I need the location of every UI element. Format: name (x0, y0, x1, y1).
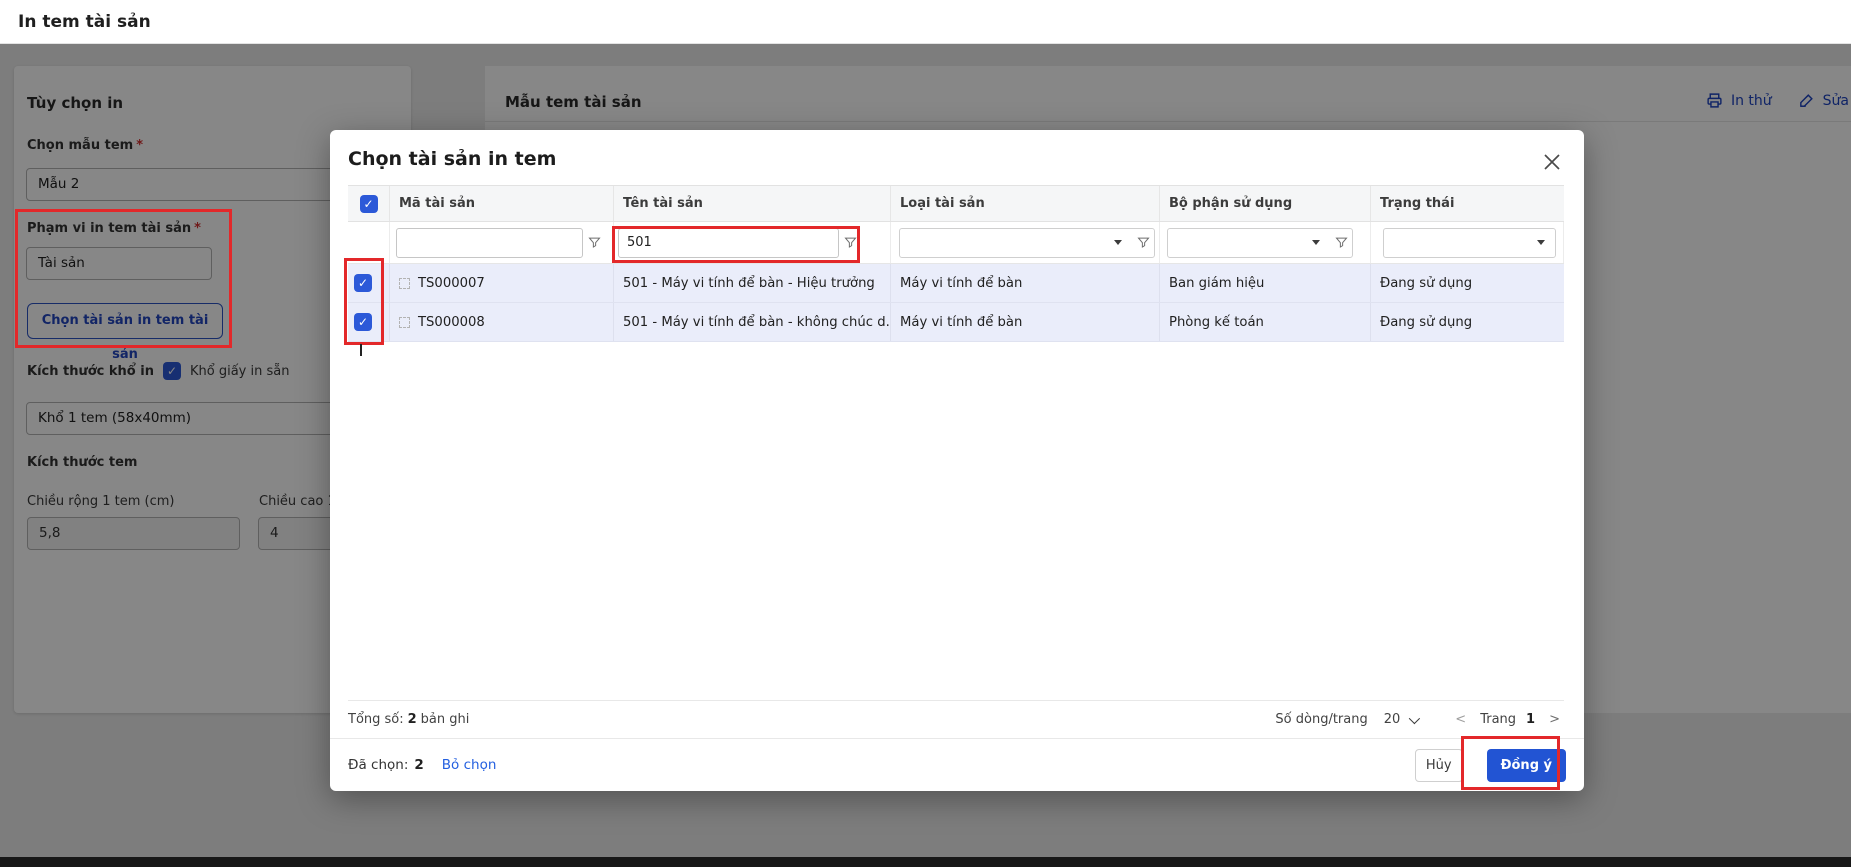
chevron-down-icon (1409, 712, 1420, 723)
pagination-controls: Số dòng/trang 20 < Trang 1 > (1275, 712, 1564, 727)
app-topbar: In tem tài sản (0, 0, 1851, 44)
deselect-link[interactable]: Bỏ chọn (442, 757, 497, 773)
col-header-bo-phan-su-dung[interactable]: Bộ phận sử dụng (1160, 186, 1371, 221)
filter-funnel-icon[interactable] (1132, 228, 1154, 258)
prev-page-button[interactable]: < (1451, 712, 1470, 727)
cell-type: Máy vi tính để bàn (891, 303, 1160, 341)
screen: { "page": { "title": "In tem tài sản", "… (0, 0, 1851, 867)
tree-node-icon[interactable] (399, 278, 410, 289)
cell-type: Máy vi tính để bàn (891, 264, 1160, 302)
modal-footer-buttons: Hủy Đồng ý (1415, 749, 1566, 782)
selection-summary: Đã chọn: 2 Bỏ chọn (348, 757, 496, 773)
page-title: In tem tài sản (18, 0, 151, 44)
cell-department: Phòng kế toán (1160, 303, 1371, 341)
chevron-down-icon (1114, 240, 1122, 245)
col-header-trang-thai[interactable]: Trạng thái (1371, 186, 1564, 221)
cancel-button[interactable]: Hủy (1415, 749, 1463, 782)
select-all-cell (348, 186, 390, 221)
total-count: 2 (408, 712, 417, 727)
rows-per-page-label: Số dòng/trang (1275, 712, 1367, 727)
total-suffix: bản ghi (421, 712, 470, 727)
select-all-checkbox[interactable] (360, 195, 378, 213)
filter-empty-cell (348, 222, 390, 263)
col-header-ma-tai-san[interactable]: Mã tài sản (390, 186, 614, 221)
table-row[interactable]: TS000008 501 - Máy vi tính để bàn - khôn… (348, 303, 1564, 342)
cell-code: TS000008 (390, 303, 614, 341)
row-checkbox[interactable] (354, 274, 372, 292)
row-checkbox[interactable] (354, 313, 372, 331)
selected-count: 2 (414, 757, 423, 773)
filter-funnel-icon[interactable] (839, 228, 861, 258)
filter-trang-thai-select[interactable] (1383, 228, 1556, 258)
current-page: 1 (1526, 712, 1535, 727)
cell-name: 501 - Máy vi tính để bàn - Hiệu trưởng (614, 264, 891, 302)
rows-per-page-value: 20 (1384, 712, 1401, 727)
next-page-button[interactable]: > (1545, 712, 1564, 727)
filter-loai-tai-san-select[interactable] (899, 228, 1155, 258)
filter-name-cell (614, 222, 891, 263)
assets-table: Mã tài sản Tên tài sản Loại tài sản Bộ p… (348, 185, 1564, 342)
filter-status-cell (1371, 222, 1564, 263)
chevron-down-icon (1312, 240, 1320, 245)
col-header-ten-tai-san[interactable]: Tên tài sản (614, 186, 891, 221)
filter-code-cell (390, 222, 614, 263)
annotation-tick-mark (360, 344, 362, 356)
tree-node-icon[interactable] (399, 317, 410, 328)
filter-type-cell (891, 222, 1160, 263)
modal-title: Chọn tài sản in tem (348, 148, 556, 170)
cell-name: 501 - Máy vi tính để bàn - không chúc d.… (614, 303, 891, 341)
filter-ma-tai-san-input[interactable] (396, 228, 583, 258)
filter-funnel-icon[interactable] (583, 228, 605, 258)
modal-footer: Đã chọn: 2 Bỏ chọn Hủy Đồng ý (330, 738, 1584, 791)
table-filter-row (348, 222, 1564, 264)
pagination-bar: Tổng số: 2 bản ghi Số dòng/trang 20 < Tr… (348, 700, 1564, 738)
table-row[interactable]: TS000007 501 - Máy vi tính để bàn - Hiệu… (348, 264, 1564, 303)
table-header-row: Mã tài sản Tên tài sản Loại tài sản Bộ p… (348, 185, 1564, 222)
page-label: Trang (1480, 712, 1516, 727)
total-records: Tổng số: 2 bản ghi (348, 712, 469, 727)
cell-department: Ban giám hiệu (1160, 264, 1371, 302)
close-icon[interactable] (1542, 152, 1562, 172)
cell-status: Đang sử dụng (1371, 264, 1564, 302)
filter-funnel-icon[interactable] (1330, 228, 1352, 258)
filter-bo-phan-select[interactable] (1167, 228, 1353, 258)
selected-prefix: Đã chọn: (348, 757, 408, 773)
total-prefix: Tổng số: (348, 712, 404, 727)
col-header-loai-tai-san[interactable]: Loại tài sản (891, 186, 1160, 221)
chevron-down-icon (1537, 240, 1545, 245)
row-select-cell (348, 264, 390, 302)
row-select-cell (348, 303, 390, 341)
cell-status: Đang sử dụng (1371, 303, 1564, 341)
cell-code: TS000007 (390, 264, 614, 302)
rows-per-page-select[interactable]: 20 (1384, 712, 1418, 727)
filter-department-cell (1160, 222, 1371, 263)
confirm-button[interactable]: Đồng ý (1487, 749, 1566, 782)
filter-ten-tai-san-input[interactable] (618, 228, 839, 258)
select-assets-modal: Chọn tài sản in tem Mã tài sản Tên tài s… (330, 130, 1584, 791)
